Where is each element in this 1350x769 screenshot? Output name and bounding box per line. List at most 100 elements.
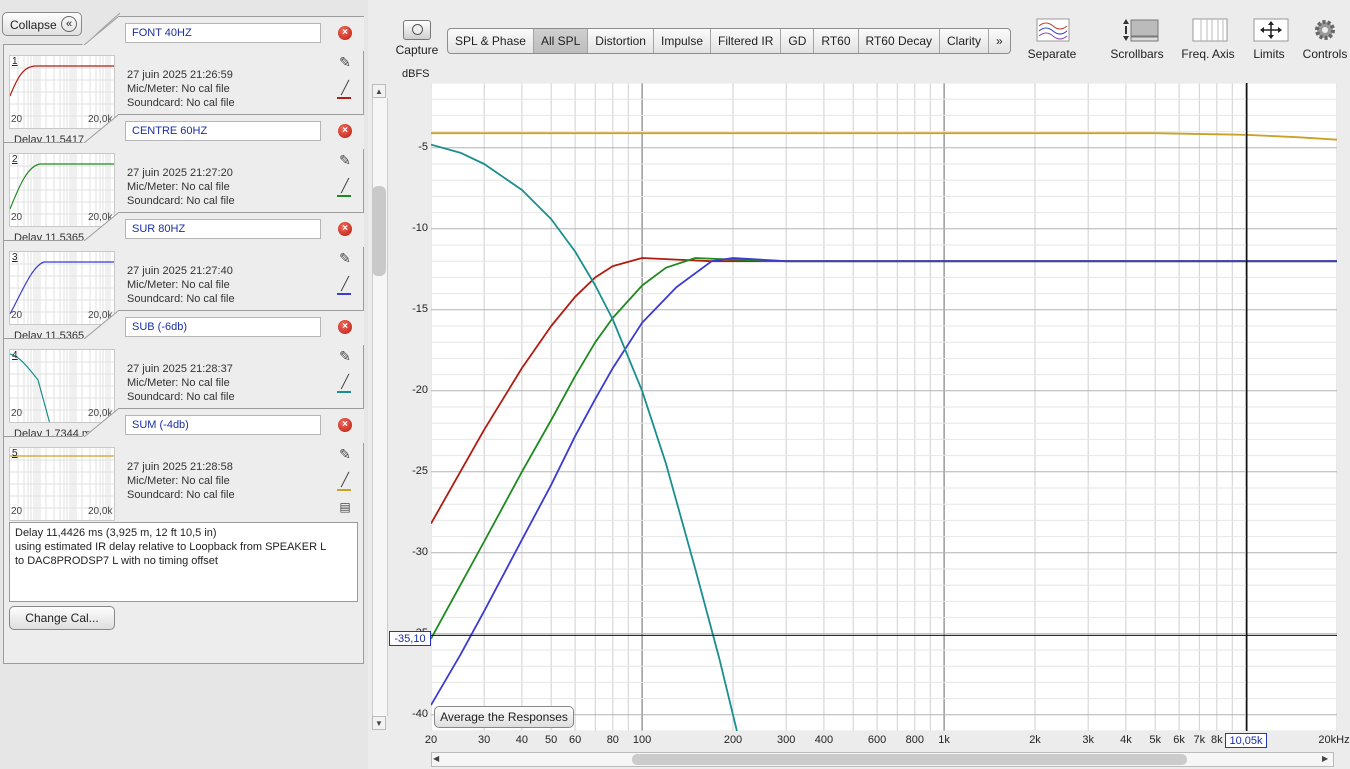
scroll-right-arrow-icon[interactable]: ▶ [1322,754,1328,763]
change-cal-button[interactable]: Change Cal... [9,606,115,630]
freq-axis-label: Freq. Axis [1181,47,1235,61]
freq-axis-button[interactable]: Freq. Axis [1178,18,1238,61]
thumbnail-axis-start: 20 [11,114,23,125]
ruler-pencil-icon[interactable]: ✎ [337,54,353,71]
x-tick-label: 20 [424,734,438,746]
trace-color-swatch [337,195,351,197]
tab-edge [82,408,119,437]
delete-measurement-icon[interactable]: × [338,26,352,40]
mic-cal-status: Mic/Meter: No cal file [127,377,230,389]
delete-measurement-icon[interactable]: × [338,320,352,334]
measurement-name-field[interactable]: FONT 40HZ [125,23,321,43]
tab-impulse[interactable]: Impulse [654,29,712,53]
delete-measurement-icon[interactable]: × [338,418,352,432]
capture-button[interactable]: Capture [395,20,439,57]
delete-measurement-icon[interactable]: × [338,124,352,138]
scrollbars-icon [1121,18,1159,42]
notes-document-icon[interactable]: ▤ [337,500,353,514]
delay-info-line3: to DAC8PRODSP7 L with no timing offset [15,555,218,567]
pen-color-icon[interactable]: ╱ [337,374,353,390]
ruler-pencil-icon[interactable]: ✎ [337,446,353,463]
delete-measurement-icon[interactable]: × [338,222,352,236]
pen-color-icon[interactable]: ╱ [337,472,353,488]
y-tick-label: -30 [412,545,428,558]
tab-edge [82,16,119,45]
collapse-button[interactable]: Collapse « [2,12,82,36]
pen-color-icon[interactable]: ╱ [337,80,353,96]
mic-cal-status: Mic/Meter: No cal file [127,475,230,487]
tab-spl-phase[interactable]: SPL & Phase [448,29,534,53]
y-tick-label: -40 [412,707,428,720]
y-tick-label: -5 [418,140,428,153]
more-tabs-chevron-icon[interactable]: » [989,29,1010,53]
trace-color-swatch [337,391,351,393]
spl-graph[interactable] [431,83,1337,731]
x-tick-label: 300 [776,734,796,746]
scrollbars-label: Scrollbars [1110,47,1164,61]
soundcard-cal-status: Soundcard: No cal file [127,293,235,305]
tab-clarity[interactable]: Clarity [940,29,990,53]
measurement-name-field[interactable]: SUM (-4db) [125,415,321,435]
tab-rt60-decay[interactable]: RT60 Decay [859,29,940,53]
freq-axis-icon [1192,18,1228,42]
x-tick-label: 100 [632,734,652,746]
measurement-date: 27 juin 2025 21:28:37 [127,363,233,375]
y-tick-label: -25 [412,464,428,477]
measurements-panel: Collapse « FONT 40HZ × 1 20 20,0k 27 juin 202… [0,0,368,769]
scroll-left-arrow-icon[interactable]: ◀ [433,754,439,763]
soundcard-cal-status: Soundcard: No cal file [127,195,235,207]
delay-info-line1: Delay 11,4426 ms (3,925 m, 12 ft 10,5 in… [15,527,217,539]
delay-info-box: Delay 11,4426 ms (3,925 m, 12 ft 10,5 in… [9,522,358,602]
y-tick-label: -15 [412,302,428,315]
measurement-name-field[interactable]: SUR 80HZ [125,219,321,239]
x-tick-label: 6k [1173,734,1185,746]
scroll-down-arrow-icon[interactable]: ▼ [372,716,386,730]
tab-filtered-ir[interactable]: Filtered IR [711,29,782,53]
x-tick-label: 1k [938,734,950,746]
ruler-pencil-icon[interactable]: ✎ [337,348,353,365]
x-tick-label: 4k [1120,734,1132,746]
x-tick-label: 20kHz [1318,734,1350,746]
limits-label: Limits [1253,47,1285,61]
list-scrollbar-thumb[interactable] [372,186,386,276]
tab-edge [82,114,119,143]
ruler-pencil-icon[interactable]: ✎ [337,152,353,169]
pen-color-icon[interactable]: ╱ [337,276,353,292]
double-chevron-left-icon: « [61,16,77,32]
separate-button[interactable]: Separate [1026,18,1078,61]
scroll-up-arrow-icon[interactable]: ▲ [372,84,386,98]
measurement-number: 5 [12,448,18,459]
delay-info-line2: using estimated IR delay relative to Loo… [15,541,327,553]
x-tick-label: 200 [723,734,743,746]
tab-distortion[interactable]: Distortion [588,29,654,53]
x-tick-label: 60 [568,734,582,746]
controls-button[interactable]: Controls [1300,18,1350,61]
graph-hscroll-thumb[interactable] [632,754,1187,765]
trace-color-swatch [337,293,351,295]
measurement-date: 27 juin 2025 21:26:59 [127,69,233,81]
tab-rt60[interactable]: RT60 [814,29,859,53]
thumbnail-axis-start: 20 [11,310,23,321]
measurement-name-field[interactable]: SUB (-6db) [125,317,321,337]
average-responses-button[interactable]: Average the Responses [434,706,574,728]
measurement-name-field[interactable]: CENTRE 60HZ [125,121,321,141]
soundcard-cal-status: Soundcard: No cal file [127,97,235,109]
x-tick-label: 8k [1211,734,1223,746]
tab-gd[interactable]: GD [781,29,815,53]
graph-tabs: SPL & Phase All SPL Distortion Impulse Filte… [447,28,1011,54]
measurement-number: 1 [12,56,18,67]
pen-color-icon[interactable]: ╱ [337,178,353,194]
x-cursor-readout: 10,05k [1225,733,1267,748]
tab-all-spl[interactable]: All SPL [533,29,589,53]
measurement-date: 27 juin 2025 21:27:40 [127,265,233,277]
scrollbars-button[interactable]: Scrollbars [1108,18,1166,61]
ruler-pencil-icon[interactable]: ✎ [337,250,353,267]
thumbnail-axis-end: 20,0k [88,506,113,517]
controls-icon [1309,18,1341,42]
x-tick-label: 2k [1029,734,1041,746]
limits-button[interactable]: Limits [1248,18,1290,61]
x-tick-label: 5k [1149,734,1161,746]
camera-icon [403,20,431,40]
x-tick-label: 3k [1082,734,1094,746]
tab-edge [82,212,119,241]
